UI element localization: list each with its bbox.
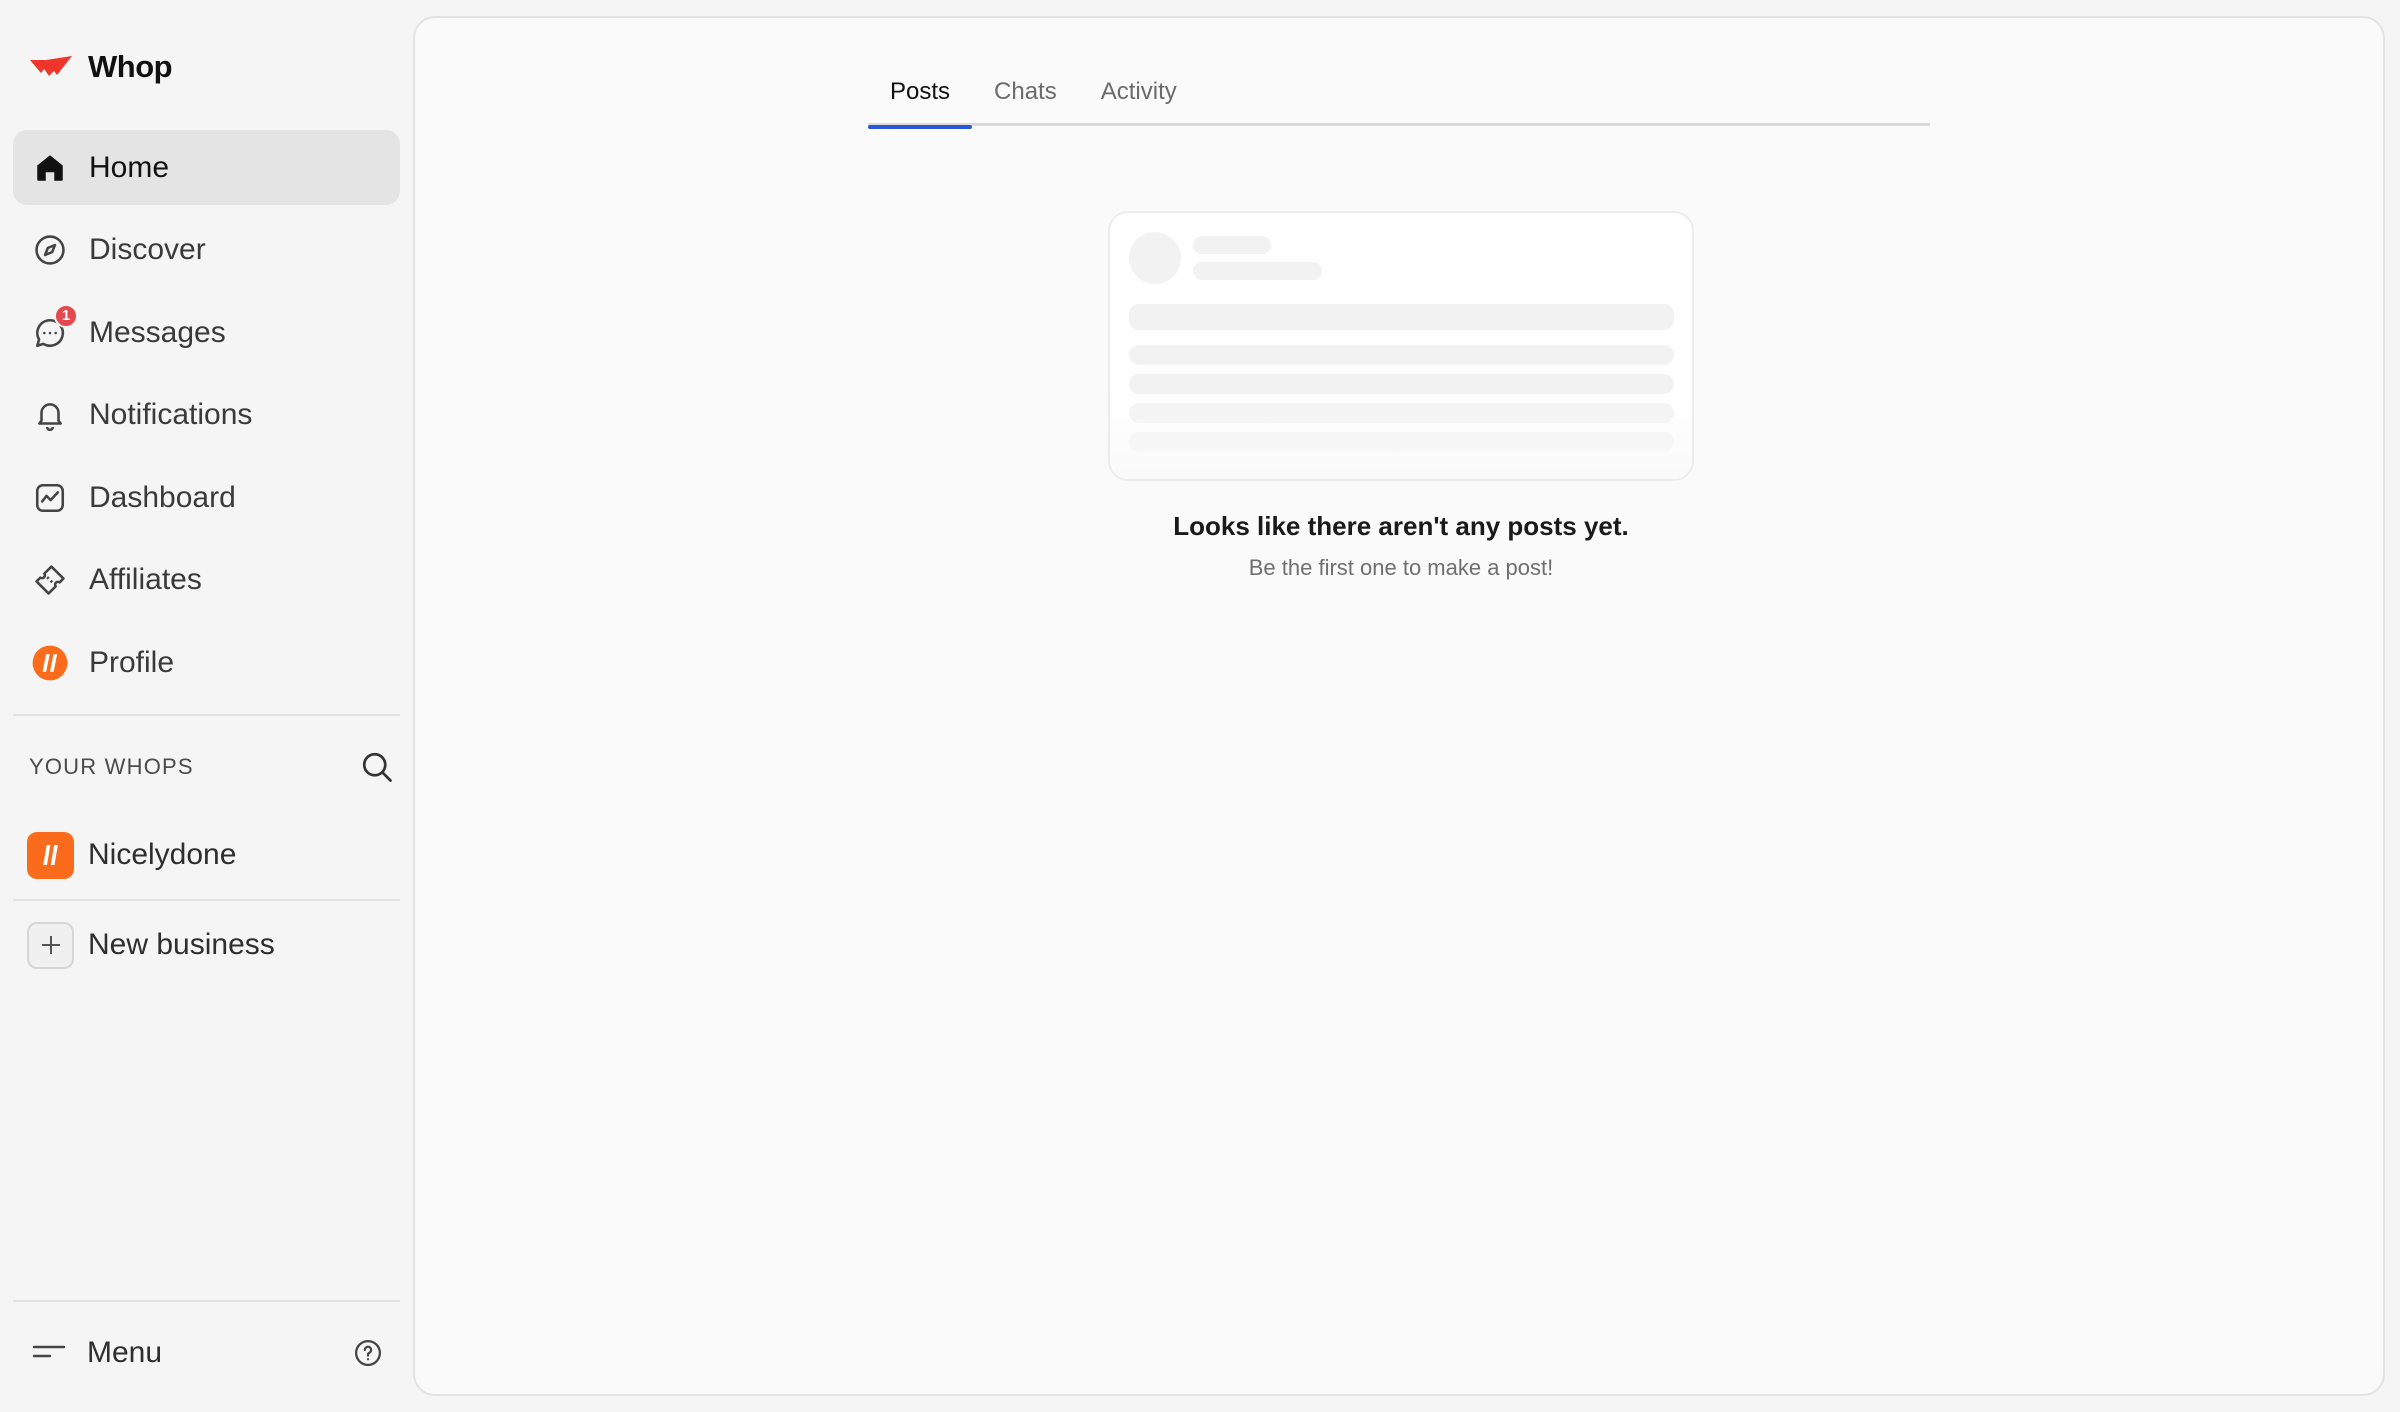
sidebar-footer: Menu (13, 1318, 400, 1388)
sidebar-item-label: Affiliates (89, 563, 202, 596)
sidebar-item-label: Messages (89, 315, 226, 349)
empty-posts-illustration (1108, 211, 1694, 481)
sidebar-item-dashboard[interactable]: Dashboard (13, 460, 400, 535)
ticket-icon (31, 561, 69, 599)
sidebar-item-label: Dashboard (89, 480, 236, 514)
sidebar-item-affiliates[interactable]: Affiliates (13, 543, 400, 618)
sidebar-nav: Home Discover 1 Messages Notifications D… (13, 130, 400, 708)
skeleton-line (1129, 304, 1674, 330)
whop-logo-icon (28, 54, 74, 80)
plus-icon (27, 921, 74, 969)
skeleton-avatar (1129, 232, 1181, 284)
main-panel: Posts Chats Activity Looks like there ar… (413, 16, 2385, 1396)
tab-activity[interactable]: Activity (1079, 58, 1199, 126)
skeleton-line (1129, 345, 1674, 365)
nicelydone-logo-icon (27, 831, 74, 879)
skeleton-line (1129, 374, 1674, 394)
new-business-button[interactable]: New business (13, 912, 400, 978)
menu-label: Menu (87, 1336, 163, 1369)
skeleton-line (1129, 403, 1674, 423)
new-business-label: New business (88, 928, 275, 961)
sidebar-item-messages[interactable]: 1 Messages (13, 295, 400, 370)
tab-chats[interactable]: Chats (972, 58, 1079, 126)
sidebar-divider (13, 899, 400, 901)
compass-icon (31, 231, 69, 269)
sidebar-divider (13, 1300, 400, 1302)
sidebar-item-label: Notifications (89, 398, 253, 431)
app-window: Whop Home Discover 1 Messages Notificati… (0, 0, 2400, 1412)
sidebar-item-discover[interactable]: Discover (13, 213, 400, 288)
messages-badge: 1 (54, 303, 78, 328)
whop-item-label: Nicelydone (88, 838, 237, 871)
bell-icon (31, 396, 69, 434)
search-icon[interactable] (357, 747, 397, 787)
skeleton-line (1193, 262, 1322, 280)
sidebar-item-label: Home (89, 150, 170, 184)
skeleton-line (1129, 432, 1674, 452)
sidebar: Whop Home Discover 1 Messages Notificati… (0, 0, 412, 1412)
empty-state-subtitle: Be the first one to make a post! (1248, 555, 1554, 580)
sidebar-divider (13, 714, 400, 716)
brand[interactable]: Whop (28, 48, 173, 86)
sidebar-item-label: Discover (89, 233, 206, 266)
chat-bubble-icon: 1 (31, 303, 78, 352)
home-icon (31, 149, 69, 187)
skeleton-line (1193, 236, 1271, 254)
chart-icon (31, 479, 69, 517)
sidebar-item-label: Profile (89, 645, 175, 679)
profile-avatar-icon (31, 644, 69, 682)
menu-button[interactable]: Menu (31, 1336, 162, 1370)
sidebar-item-home[interactable]: Home (13, 130, 400, 205)
brand-name: Whop (88, 49, 173, 84)
feed-tabs: Posts Chats Activity (868, 58, 1930, 129)
your-whops-header: YOUR WHOPS (29, 748, 397, 786)
empty-state-title: Looks like there aren't any posts yet. (1173, 511, 1629, 541)
help-icon[interactable] (348, 1333, 388, 1373)
sidebar-item-notifications[interactable]: Notifications (13, 378, 400, 453)
your-whops-title: YOUR WHOPS (29, 754, 194, 779)
whop-item-nicelydone[interactable]: Nicelydone (13, 818, 400, 892)
menu-lines-icon (31, 1339, 67, 1368)
tab-posts[interactable]: Posts (868, 58, 973, 129)
sidebar-item-profile[interactable]: Profile (13, 625, 400, 700)
